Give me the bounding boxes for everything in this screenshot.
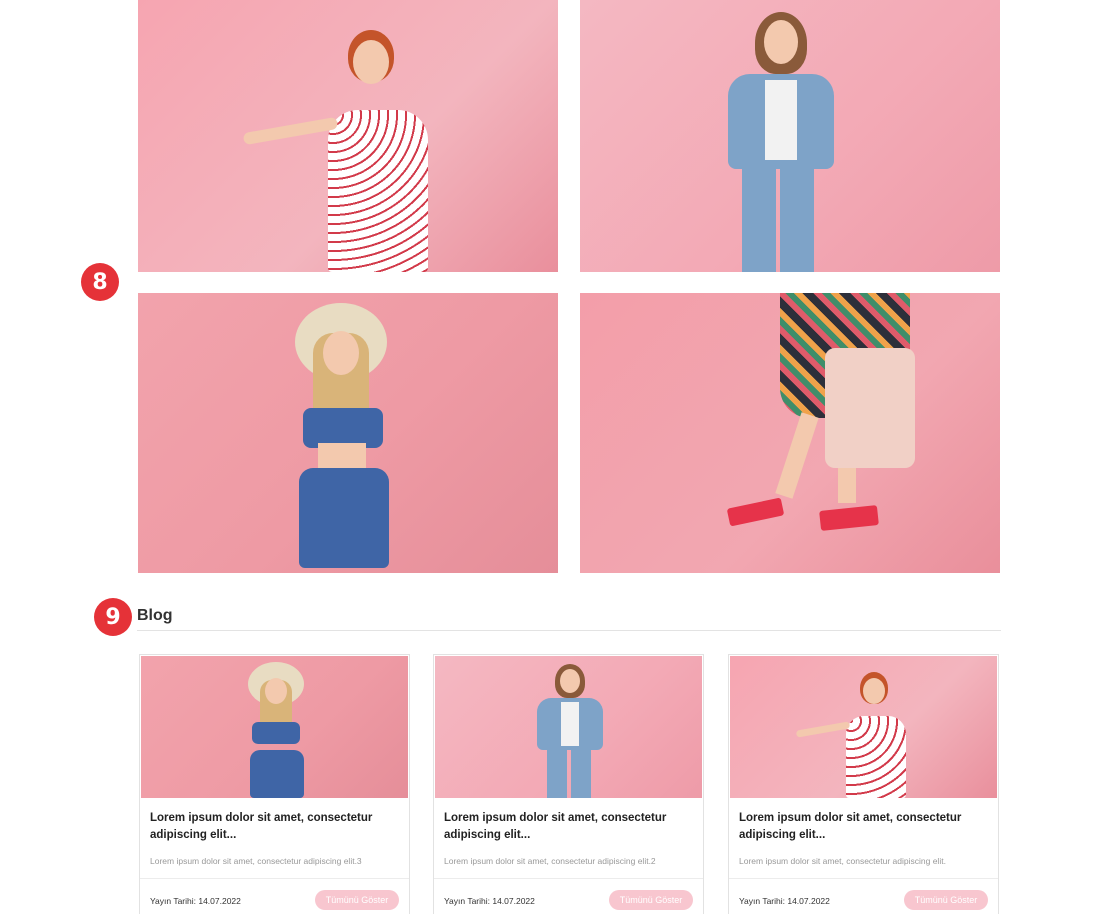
gallery-photo-2[interactable] bbox=[580, 0, 1000, 272]
blog-card-title[interactable]: Lorem ipsum dolor sit amet, consectetur … bbox=[150, 810, 402, 844]
blog-card-date: Yayın Tarihi: 14.07.2022 bbox=[739, 896, 830, 906]
blog-card-excerpt: Lorem ipsum dolor sit amet, consectetur … bbox=[444, 856, 656, 866]
section-marker-9: 9 bbox=[94, 598, 132, 636]
gallery-photo-1[interactable] bbox=[138, 0, 558, 272]
blog-card[interactable]: Lorem ipsum dolor sit amet, consectetur … bbox=[433, 654, 704, 914]
figure bbox=[242, 30, 443, 272]
blog-card-excerpt: Lorem ipsum dolor sit amet, consectetur … bbox=[739, 856, 946, 866]
figure bbox=[720, 293, 920, 553]
blog-card-image[interactable] bbox=[435, 656, 702, 798]
divider bbox=[434, 878, 703, 879]
blog-card-title[interactable]: Lorem ipsum dolor sit amet, consectetur … bbox=[739, 810, 991, 844]
blog-card-title[interactable]: Lorem ipsum dolor sit amet, consectetur … bbox=[444, 810, 696, 844]
blog-card-date: Yayın Tarihi: 14.07.2022 bbox=[444, 896, 535, 906]
show-all-button[interactable]: Tümünü Göster bbox=[609, 890, 693, 910]
gallery-photo-4[interactable] bbox=[580, 293, 1000, 573]
blog-card-date: Yayın Tarihi: 14.07.2022 bbox=[150, 896, 241, 906]
show-all-button[interactable]: Tümünü Göster bbox=[904, 890, 988, 910]
blog-card-image[interactable] bbox=[141, 656, 408, 798]
figure bbox=[273, 303, 403, 573]
divider bbox=[140, 878, 409, 879]
section-marker-8: 8 bbox=[81, 263, 119, 301]
blog-card-excerpt: Lorem ipsum dolor sit amet, consectetur … bbox=[150, 856, 362, 866]
blog-card[interactable]: Lorem ipsum dolor sit amet, consectetur … bbox=[728, 654, 999, 914]
show-all-button[interactable]: Tümünü Göster bbox=[315, 890, 399, 910]
figure bbox=[720, 12, 840, 272]
divider bbox=[729, 878, 998, 879]
gallery-photo-3[interactable] bbox=[138, 293, 558, 573]
blog-section-title: Blog bbox=[137, 607, 173, 624]
divider bbox=[137, 630, 1001, 631]
blog-card[interactable]: Lorem ipsum dolor sit amet, consectetur … bbox=[139, 654, 410, 914]
blog-card-image[interactable] bbox=[730, 656, 997, 798]
